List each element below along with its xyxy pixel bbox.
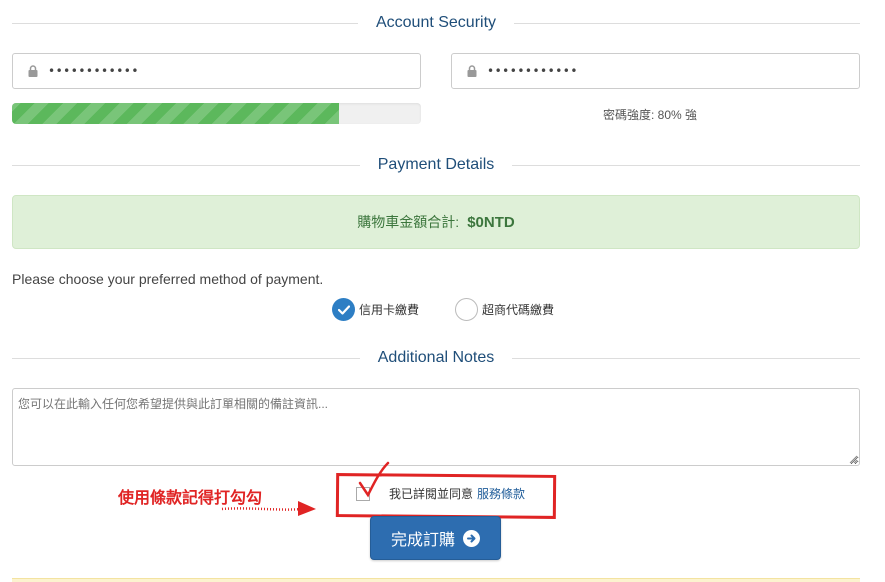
password-strength-text: 密碼強度: 80% 強	[603, 108, 698, 122]
additional-notes-header: Additional Notes	[12, 346, 861, 370]
payment-option-convenience-store[interactable]: 超商代碼繳費	[455, 298, 554, 321]
submit-order-button[interactable]: 完成訂購	[370, 516, 501, 560]
radio-unchecked[interactable]	[455, 298, 478, 321]
submit-order-label: 完成訂購	[390, 532, 455, 549]
notes-textarea[interactable]	[12, 388, 860, 466]
resize-grip-icon[interactable]	[849, 455, 858, 464]
cart-total-amount: $0NTD	[467, 213, 515, 231]
terms-text: 我已詳閱並同意	[389, 487, 474, 501]
lock-icon	[28, 65, 38, 77]
account-security-title: Account Security	[375, 14, 497, 31]
lock-icon	[467, 65, 477, 77]
bottom-alert-strip	[12, 578, 860, 582]
check-icon[interactable]	[332, 298, 355, 321]
payment-option-label: 信用卡繳費	[359, 303, 420, 317]
password-strength-fill	[12, 103, 340, 124]
cart-total-box: 購物車金額合計: $0NTD	[12, 195, 860, 249]
cart-total-label: 購物車金額合計:	[357, 214, 460, 230]
payment-details-header: Payment Details	[12, 153, 860, 177]
annotation-arrow-icon	[221, 501, 316, 516]
payment-prompt: Please choose your preferred method of p…	[12, 271, 324, 287]
password-value: ••••••••••••	[48, 64, 139, 78]
terms-link[interactable]: 服務條款	[477, 485, 525, 502]
payment-option-label: 超商代碼繳費	[482, 303, 555, 317]
payment-option-credit-card[interactable]: 信用卡繳費	[332, 298, 419, 321]
additional-notes-title: Additional Notes	[377, 349, 495, 366]
payment-details-title: Payment Details	[377, 156, 495, 173]
annotation-check-icon	[358, 461, 390, 498]
account-security-header: Account Security	[12, 11, 860, 35]
password-strength-bar	[12, 103, 421, 124]
password-confirm-field[interactable]: ••••••••••••	[451, 53, 860, 89]
arrow-right-circle-icon	[463, 529, 480, 547]
password-field[interactable]: ••••••••••••	[12, 53, 421, 89]
password-confirm-value: ••••••••••••	[487, 64, 578, 78]
